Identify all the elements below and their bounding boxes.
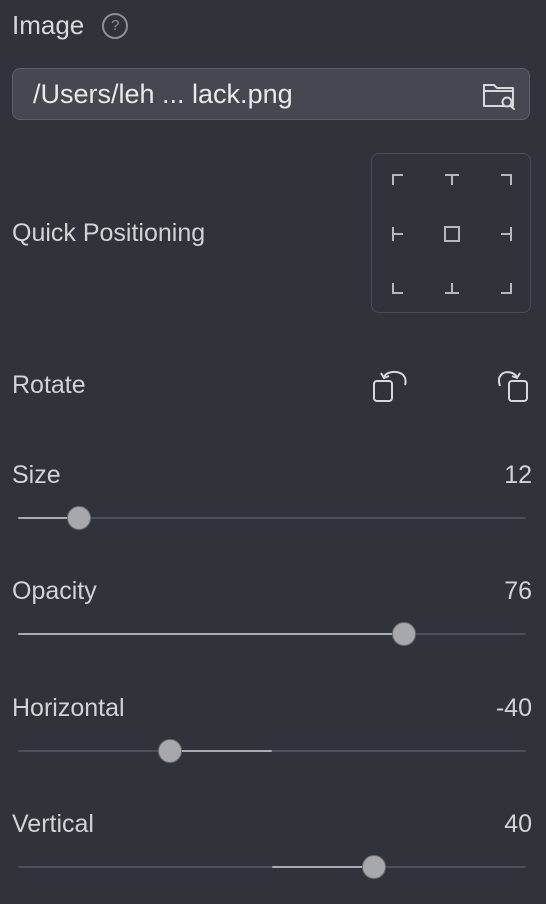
position-center-icon[interactable] (443, 225, 461, 243)
size-value: 12 (504, 461, 532, 489)
image-section-title: Image (12, 10, 85, 40)
quick-positioning-grid (371, 153, 531, 313)
rotate-left-icon[interactable] (372, 368, 408, 404)
help-icon[interactable]: ? (102, 12, 129, 39)
vertical-value: 40 (504, 810, 532, 838)
horizontal-slider[interactable] (18, 739, 526, 763)
vertical-label: Vertical (12, 810, 94, 838)
slider-fill (18, 633, 405, 635)
image-path-field[interactable]: /Users/leh ... lack.png (12, 68, 530, 120)
folder-search-icon[interactable] (481, 79, 517, 111)
slider-thumb[interactable] (66, 506, 91, 530)
position-top-right-icon[interactable] (497, 171, 515, 189)
position-bottom-right-icon[interactable] (497, 279, 515, 297)
opacity-label: Opacity (12, 577, 97, 605)
position-top-left-icon[interactable] (389, 171, 407, 189)
position-top-center-icon[interactable] (443, 171, 461, 189)
size-label: Size (12, 461, 61, 489)
horizontal-value: -40 (495, 694, 532, 722)
slider-thumb[interactable] (158, 739, 183, 763)
vertical-slider[interactable] (18, 855, 526, 879)
opacity-value: 76 (504, 577, 532, 605)
position-middle-right-icon[interactable] (497, 225, 515, 243)
quick-positioning-label: Quick Positioning (12, 219, 206, 247)
horizontal-label: Horizontal (12, 694, 125, 722)
slider-track (18, 750, 526, 752)
opacity-slider[interactable] (18, 622, 526, 646)
image-section-header: Image ? (12, 10, 129, 41)
slider-fill (170, 750, 272, 752)
rotate-label: Rotate (12, 371, 86, 399)
slider-thumb[interactable] (392, 622, 417, 646)
image-path-value: /Users/leh ... lack.png (33, 79, 293, 109)
slider-thumb[interactable] (361, 855, 386, 879)
slider-track (18, 517, 526, 519)
position-bottom-center-icon[interactable] (443, 279, 461, 297)
size-slider[interactable] (18, 506, 526, 530)
position-middle-left-icon[interactable] (389, 225, 407, 243)
position-bottom-left-icon[interactable] (389, 279, 407, 297)
rotate-right-icon[interactable] (496, 368, 532, 404)
slider-fill (272, 866, 374, 868)
